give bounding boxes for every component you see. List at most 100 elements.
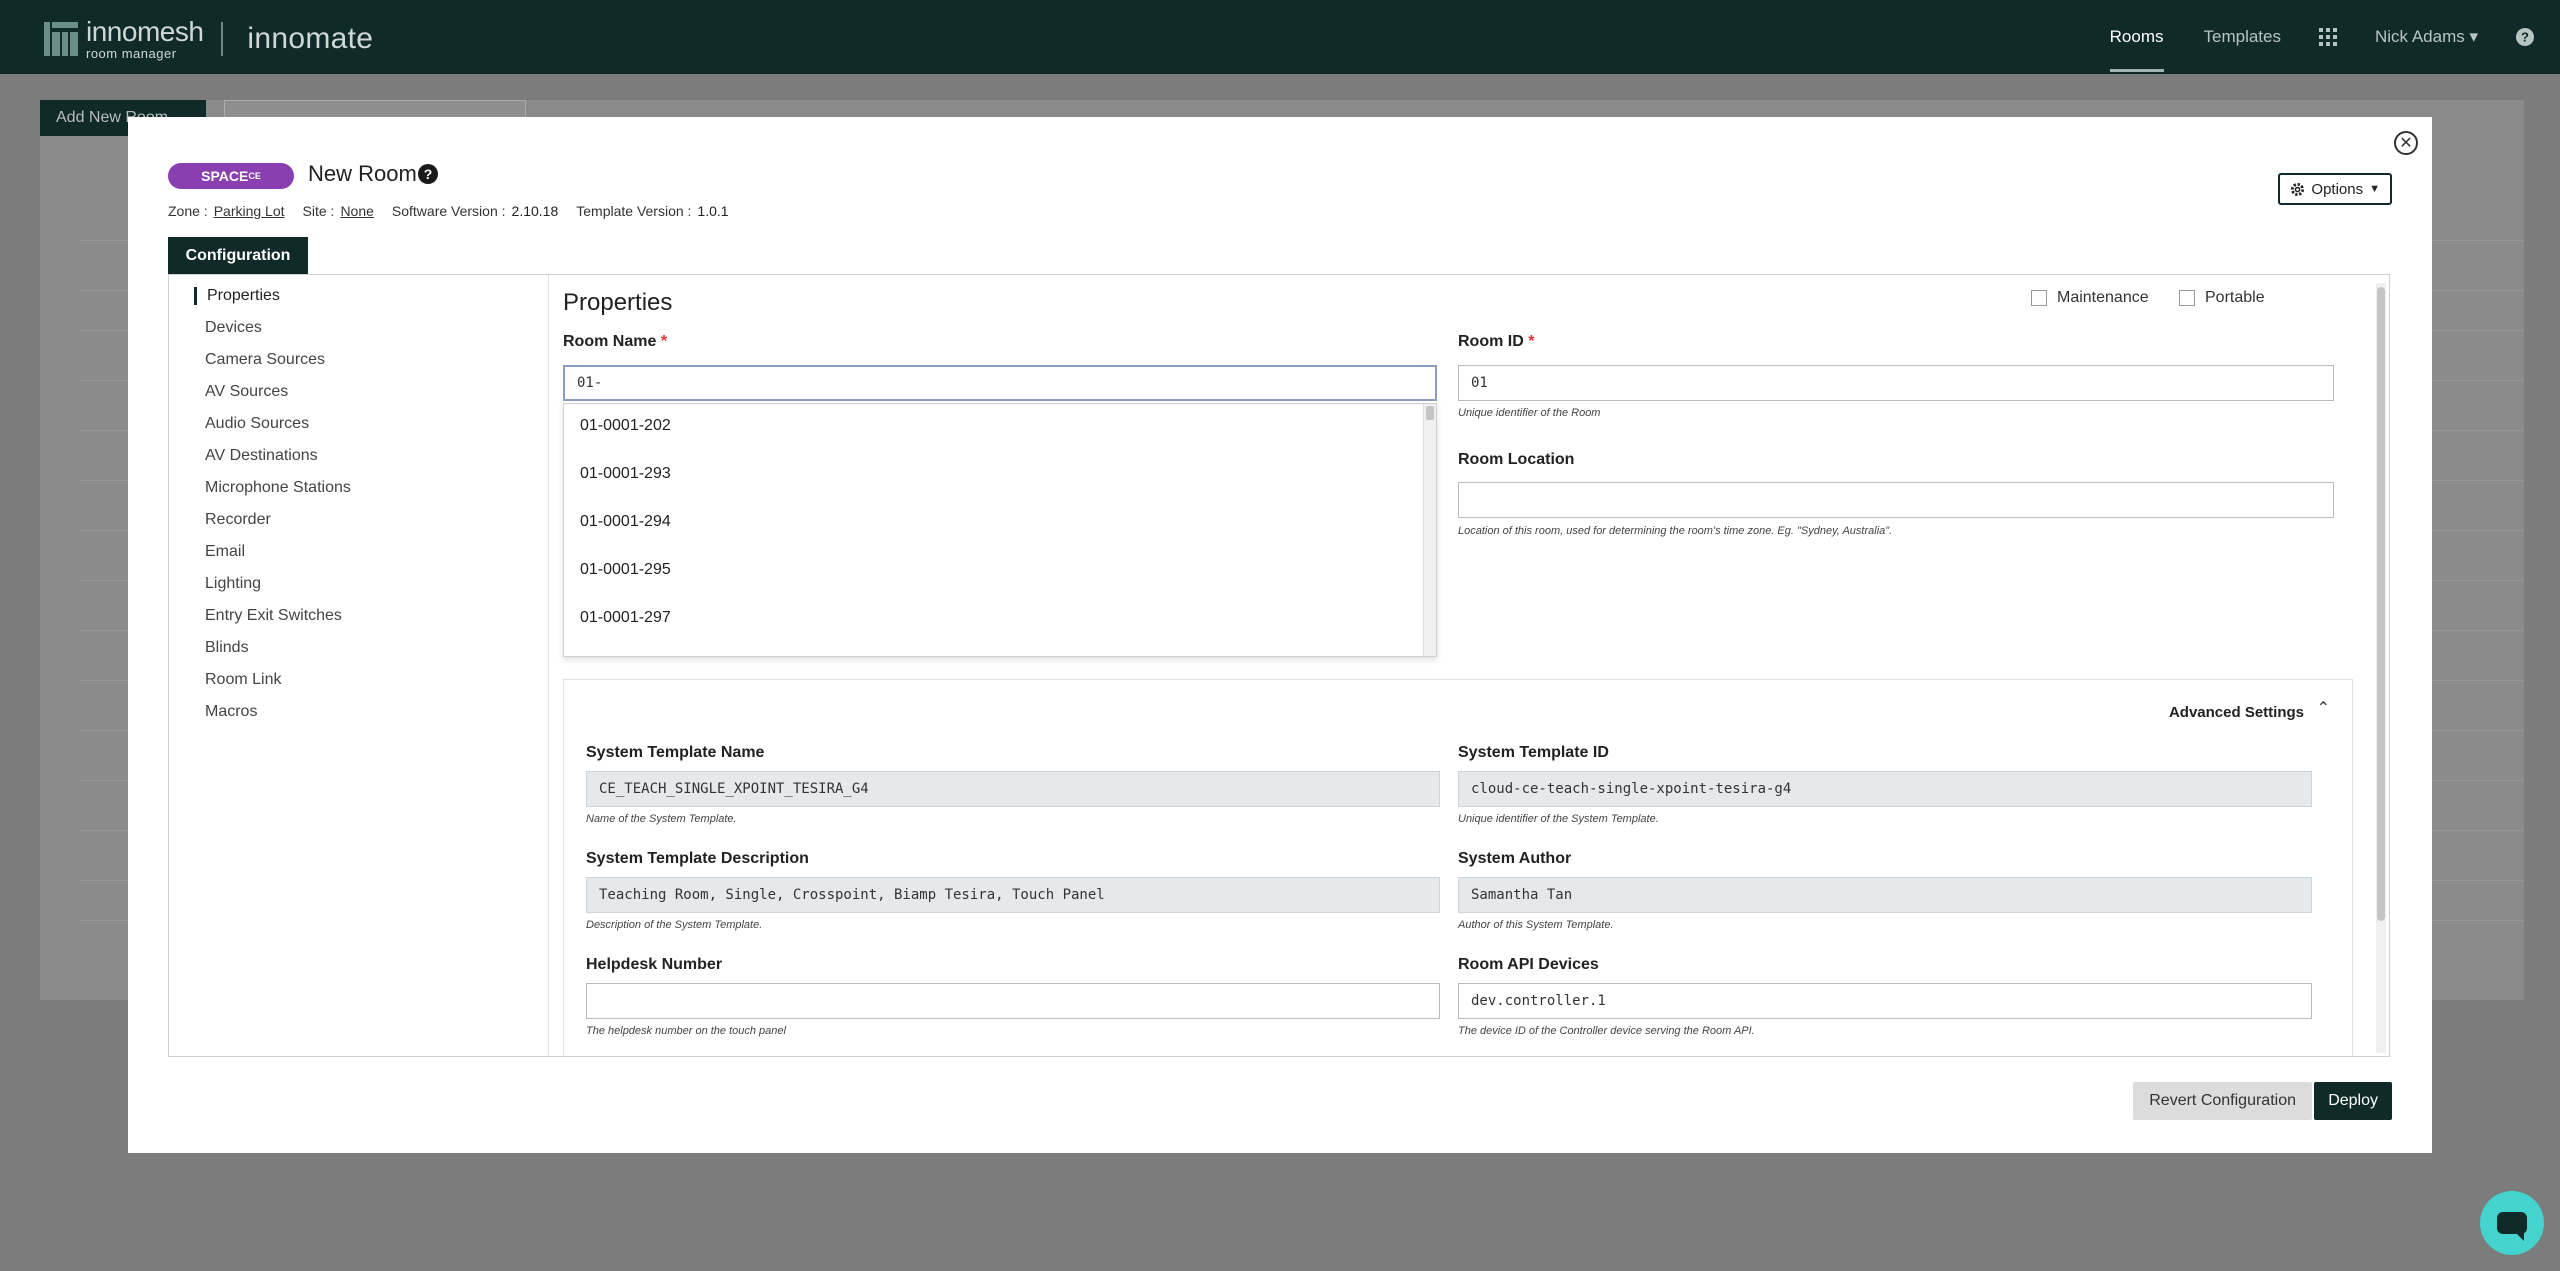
app-name: innomate	[247, 22, 374, 55]
room-id-label: Room ID *	[1458, 333, 1534, 351]
room-id-input[interactable]: 01	[1458, 365, 2334, 401]
user-menu[interactable]: Nick Adams ▾	[2355, 0, 2498, 74]
revert-configuration-button[interactable]: Revert Configuration	[2133, 1082, 2312, 1120]
chat-icon	[2497, 1212, 2527, 1241]
deploy-button[interactable]: Deploy	[2314, 1082, 2392, 1120]
configuration-panel: Properties Devices Camera Sources AV Sou…	[168, 274, 2390, 1057]
sidebar-item-properties[interactable]: Properties	[194, 287, 280, 305]
logo-divider	[221, 22, 224, 56]
room-api-devices-label: Room API Devices	[1458, 956, 1599, 973]
options-label: Options	[2311, 180, 2364, 198]
system-template-id-hint: Unique identifier of the System Template…	[1458, 813, 1659, 825]
brand-top: innomesh	[86, 16, 204, 47]
site-label: Site :	[302, 203, 335, 219]
software-version-value: 2.10.18	[511, 203, 559, 219]
new-room-modal: ✕ SPACE CE New Room ? Zone : Parking Lot …	[128, 117, 2432, 1153]
scrollbar-thumb[interactable]	[2377, 287, 2385, 921]
innomesh-logo-mark	[44, 22, 78, 56]
sidebar-item-entry-exit-switches[interactable]: Entry Exit Switches	[205, 607, 342, 625]
system-template-id-label: System Template ID	[1458, 744, 1609, 761]
advanced-settings-panel: Advanced Settings ⌃ System Template Name…	[563, 679, 2353, 1056]
room-api-devices-input[interactable]: dev.controller.1	[1458, 983, 2312, 1019]
room-name-input[interactable]: 01-	[563, 365, 1437, 401]
suggestion-item[interactable]: 01-0001-297	[580, 609, 671, 627]
gear-icon	[2291, 182, 2305, 196]
sidebar-item-email[interactable]: Email	[205, 543, 245, 561]
system-template-description-label: System Template Description	[586, 850, 809, 867]
system-author-field: Samantha Tan	[1458, 877, 2312, 913]
room-location-hint: Location of this room, used for determin…	[1458, 525, 1893, 537]
nav-rooms[interactable]: Rooms	[2090, 0, 2184, 74]
close-icon[interactable]: ✕	[2394, 131, 2418, 155]
sidebar-item-camera-sources[interactable]: Camera Sources	[205, 351, 325, 369]
main-nav: Rooms Templates Nick Adams ▾ ?	[2090, 0, 2560, 74]
tab-configuration[interactable]: Configuration	[168, 237, 308, 274]
room-location-label: Room Location	[1458, 451, 1575, 468]
helpdesk-number-hint: The helpdesk number on the touch panel	[586, 1025, 786, 1037]
helpdesk-number-input[interactable]	[586, 983, 1440, 1019]
suggestion-item[interactable]: 01-0001-295	[580, 561, 671, 579]
suggestion-item[interactable]: 01-0001-293	[580, 465, 671, 483]
system-template-description-hint: Description of the System Template.	[586, 919, 763, 931]
modal-title: New Room	[308, 161, 417, 186]
sidebar-item-recorder[interactable]: Recorder	[205, 511, 271, 529]
badge-sup: CE	[248, 171, 261, 181]
maintenance-label: Maintenance	[2057, 289, 2149, 306]
room-location-input[interactable]	[1458, 482, 2334, 518]
svg-text:?: ?	[2521, 30, 2529, 45]
content-scrollbar[interactable]	[2376, 283, 2386, 1053]
system-template-description-field: Teaching Room, Single, Crosspoint, Biamp…	[586, 877, 1440, 913]
sidebar-item-microphone-stations[interactable]: Microphone Stations	[205, 479, 351, 497]
system-author-hint: Author of this System Template.	[1458, 919, 1614, 931]
sidebar-item-room-link[interactable]: Room Link	[205, 671, 281, 689]
suggestion-item[interactable]: 01-0001-202	[580, 417, 671, 435]
chat-support-button[interactable]	[2480, 1191, 2544, 1255]
caret-down-icon: ▼	[2369, 183, 2380, 195]
apps-grid-icon[interactable]	[2313, 0, 2343, 74]
system-template-name-hint: Name of the System Template.	[586, 813, 737, 825]
properties-content: Properties Maintenance Portable Room Nam…	[551, 275, 2369, 1056]
badge-label: SPACE	[201, 168, 249, 184]
innomesh-logo[interactable]: innomesh room manager innomate	[44, 18, 373, 60]
system-author-label: System Author	[1458, 850, 1572, 867]
sidebar-item-lighting[interactable]: Lighting	[205, 575, 261, 593]
properties-heading: Properties	[563, 289, 673, 316]
suggestions-scrollbar[interactable]	[1423, 404, 1436, 656]
room-api-devices-hint: The device ID of the Controller device s…	[1458, 1025, 1755, 1037]
zone-link[interactable]: Parking Lot	[214, 203, 285, 219]
portable-checkbox[interactable]: Portable	[2179, 289, 2265, 307]
sidebar-item-devices[interactable]: Devices	[205, 319, 262, 337]
checkbox-box	[2031, 290, 2047, 306]
sidebar-item-macros[interactable]: Macros	[205, 703, 257, 721]
helpdesk-number-label: Helpdesk Number	[586, 956, 723, 973]
template-version-value: 1.0.1	[697, 203, 729, 219]
suggestion-item[interactable]: 01-0001-294	[580, 513, 671, 531]
room-id-label-text: Room ID	[1458, 333, 1524, 350]
brand-wordmark: innomesh room manager	[86, 16, 204, 61]
space-ce-badge: SPACE CE	[168, 163, 294, 189]
software-version-label: Software Version :	[391, 203, 506, 219]
template-version-label: Template Version :	[576, 203, 692, 219]
question-icon[interactable]: ?	[418, 164, 438, 184]
room-meta: Zone : Parking Lot Site : None Software …	[168, 203, 729, 219]
room-id-hint: Unique identifier of the Room	[1458, 407, 1601, 419]
room-name-label: Room Name *	[563, 333, 667, 351]
system-template-name-label: System Template Name	[586, 744, 765, 761]
checkbox-box	[2179, 290, 2195, 306]
maintenance-checkbox[interactable]: Maintenance	[2031, 289, 2149, 307]
sidebar-item-av-destinations[interactable]: AV Destinations	[205, 447, 318, 465]
room-name-label-text: Room Name	[563, 333, 657, 350]
config-sidebar: Properties Devices Camera Sources AV Sou…	[169, 275, 549, 1056]
advanced-settings-toggle[interactable]: Advanced Settings	[2169, 704, 2304, 721]
site-link[interactable]: None	[340, 203, 373, 219]
sidebar-item-audio-sources[interactable]: Audio Sources	[205, 415, 309, 433]
help-icon[interactable]: ?	[2510, 0, 2540, 74]
sidebar-item-av-sources[interactable]: AV Sources	[205, 383, 288, 401]
sidebar-item-blinds[interactable]: Blinds	[205, 639, 249, 657]
required-mark: *	[660, 333, 668, 350]
nav-templates[interactable]: Templates	[2184, 0, 2301, 74]
room-name-suggestions: 01-0001-202 01-0001-293 01-0001-294 01-0…	[563, 403, 1437, 657]
scrollbar-thumb[interactable]	[1426, 406, 1434, 420]
options-button[interactable]: Options ▼	[2278, 173, 2392, 205]
chevron-up-icon[interactable]: ⌃	[2317, 698, 2330, 718]
